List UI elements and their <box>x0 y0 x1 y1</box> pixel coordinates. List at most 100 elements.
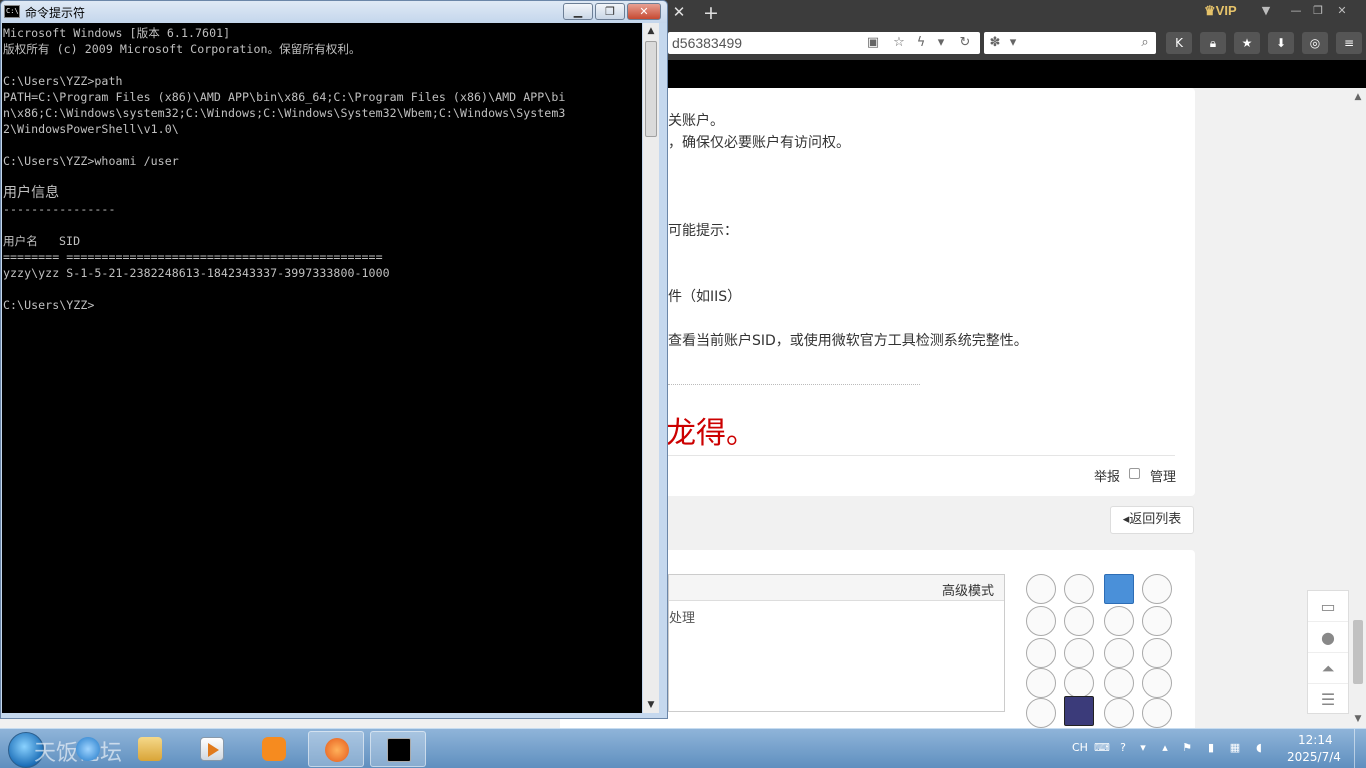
back-to-top-icon[interactable]: ⏶ <box>1308 653 1348 684</box>
shopping-bag-icon <box>262 737 286 761</box>
emoji-face-icon[interactable] <box>1104 668 1134 698</box>
back-to-list-button[interactable]: ◂返回列表 <box>1110 506 1194 534</box>
scroll-up-icon[interactable]: ▲ <box>1350 90 1366 104</box>
shirt-icon[interactable]: ▼ <box>1256 3 1276 19</box>
browser-close-icon[interactable]: ✕ <box>1332 3 1352 19</box>
console-line: 用户信息 <box>3 185 60 201</box>
lock-icon[interactable]: 🔒︎ <box>1200 32 1226 54</box>
search-icon[interactable]: ⌕ <box>1136 34 1154 52</box>
emoji-face-icon[interactable] <box>1142 668 1172 698</box>
emoji-face-icon[interactable] <box>1142 698 1172 728</box>
emoji-face-icon[interactable] <box>1064 638 1094 668</box>
editor-toolbar: 高级模式 <box>669 575 1004 601</box>
cmd-scroll-down-icon[interactable]: ▼ <box>643 697 659 713</box>
emoji-face-icon[interactable] <box>1026 638 1056 668</box>
reply-bubble-icon[interactable]: ● <box>1308 622 1348 653</box>
cmd-title-bar[interactable]: C:\ 命令提示符 ▁ ❐ ✕ <box>1 1 667 23</box>
article-line-5: 查看当前账户SID，或使用微软官方工具检测系统完整性。 <box>668 333 1028 349</box>
show-desktop-button[interactable] <box>1354 729 1366 768</box>
clock-time[interactable]: 12:14 <box>1298 733 1333 747</box>
download-icon[interactable]: ⬇ <box>1268 32 1294 54</box>
maximize-button[interactable]: ❐ <box>595 3 625 20</box>
report-link[interactable]: 举报 <box>1094 466 1120 485</box>
emoji-face-icon[interactable] <box>1104 606 1134 636</box>
page-scroll-thumb[interactable] <box>1353 620 1363 684</box>
emoji-face-icon[interactable] <box>1064 668 1094 698</box>
taskbar-media-player[interactable] <box>184 731 240 767</box>
volume-muted-icon[interactable]: ◖ <box>1252 741 1266 755</box>
taskbar-app-orange[interactable] <box>246 731 302 767</box>
browser-minimize-icon[interactable]: — <box>1286 3 1306 19</box>
emoji-face-icon[interactable] <box>1026 698 1056 728</box>
scroll-down-icon[interactable]: ▼ <box>1350 712 1366 726</box>
advanced-mode-link[interactable]: 高级模式 <box>942 580 994 599</box>
keyboard-icon[interactable]: ⌨ <box>1094 741 1110 755</box>
list-icon[interactable]: ☰ <box>1308 684 1348 715</box>
clock-date[interactable]: 2025/7/4 <box>1287 750 1341 764</box>
favorites-icon[interactable]: ★ <box>1234 32 1260 54</box>
article-line-3: 可能提示： <box>668 223 738 239</box>
lightning-icon[interactable]: ϟ <box>912 34 930 52</box>
console-icon[interactable]: C:\ <box>4 5 20 18</box>
taskbar-cmd[interactable] <box>370 731 426 767</box>
cmd-scroll-up-icon[interactable]: ▲ <box>643 23 659 39</box>
k-extension-icon[interactable]: K <box>1166 32 1192 54</box>
minimize-button[interactable]: ▁ <box>563 3 593 20</box>
taskbar-browser[interactable] <box>308 731 364 767</box>
address-bar[interactable]: d56383499 ▣ ☆ ϟ ▾ ↻ <box>668 32 980 54</box>
star-icon[interactable]: ☆ <box>890 34 908 52</box>
emoji-face-icon[interactable] <box>1064 574 1094 604</box>
article-line-2: ，确保仅必要账户有访问权。 <box>668 135 850 151</box>
manage-checkbox[interactable] <box>1129 468 1140 479</box>
search-input[interactable]: ✽ ▾ ⌕ <box>984 32 1156 54</box>
page-scrollbar[interactable]: ▲ ▼ <box>1350 88 1366 728</box>
console-line: ======== ===============================… <box>3 250 383 264</box>
close-button[interactable]: ✕ <box>627 3 661 20</box>
refresh-icon[interactable]: ↻ <box>956 34 974 52</box>
manage-link[interactable]: 管理 <box>1150 466 1176 485</box>
emoji-face-icon[interactable] <box>1026 574 1056 604</box>
browser-restore-icon[interactable]: ❐ <box>1308 3 1328 19</box>
emoji-face-icon[interactable] <box>1142 638 1172 668</box>
emoji-face-icon[interactable] <box>1026 668 1056 698</box>
console-line: yzzy\yzz S-1-5-21-2382248613-1842343337-… <box>3 266 390 280</box>
tab-close-icon[interactable]: ✕ <box>670 3 688 21</box>
console-line: 用户名 SID <box>3 234 81 248</box>
emoji-face-icon[interactable] <box>1026 606 1056 636</box>
cmd-window-title: 命令提示符 <box>25 6 86 20</box>
console-output[interactable]: Microsoft Windows [版本 6.1.7601] 版权所有 (c)… <box>2 23 642 713</box>
ime-settings-icon[interactable]: ▾ <box>1136 741 1150 755</box>
help-icon[interactable]: ? <box>1116 741 1130 755</box>
comment-icon[interactable]: ▭ <box>1308 591 1348 622</box>
back-to-list-label: 返回列表 <box>1129 512 1182 527</box>
cmd-scroll-thumb[interactable] <box>645 41 657 137</box>
signature-divider <box>668 384 920 385</box>
reply-editor[interactable]: 高级模式 处理 <box>668 574 1005 712</box>
editor-content[interactable]: 处理 <box>669 607 695 626</box>
network-icon[interactable]: ▦ <box>1228 741 1242 755</box>
console-line: ---------------- <box>3 202 116 216</box>
article-line-1: 关账户。 <box>668 113 724 129</box>
vip-badge[interactable]: ♛VIP <box>1204 3 1237 19</box>
chevron-down-icon[interactable]: ▾ <box>932 34 950 52</box>
emoji-face-icon[interactable] <box>1064 606 1094 636</box>
emoji-face-icon[interactable] <box>1142 574 1172 604</box>
emoji-face-icon[interactable] <box>1064 696 1094 726</box>
image-icon[interactable]: ▣ <box>864 34 882 52</box>
input-language[interactable]: CH <box>1072 741 1088 754</box>
taskbar-ie[interactable] <box>60 731 116 767</box>
search-engine-chevron-icon[interactable]: ▾ <box>1004 34 1022 52</box>
action-center-flag-icon[interactable]: ⚑ <box>1180 741 1194 755</box>
menu-icon[interactable]: ≡ <box>1336 32 1362 54</box>
battery-icon[interactable]: ▮ <box>1204 741 1218 755</box>
baidu-paw-icon[interactable]: ✽ <box>986 34 1004 52</box>
show-hidden-icons-icon[interactable]: ▴ <box>1158 741 1172 755</box>
taskbar-explorer[interactable] <box>122 731 178 767</box>
emoji-face-icon[interactable] <box>1104 574 1134 604</box>
cmd-scrollbar[interactable]: ▲ ▼ <box>643 23 659 713</box>
emoji-face-icon[interactable] <box>1104 638 1134 668</box>
gamepad-icon[interactable]: ◎ <box>1302 32 1328 54</box>
emoji-face-icon[interactable] <box>1142 606 1172 636</box>
new-tab-icon[interactable]: + <box>700 2 722 24</box>
emoji-face-icon[interactable] <box>1104 698 1134 728</box>
